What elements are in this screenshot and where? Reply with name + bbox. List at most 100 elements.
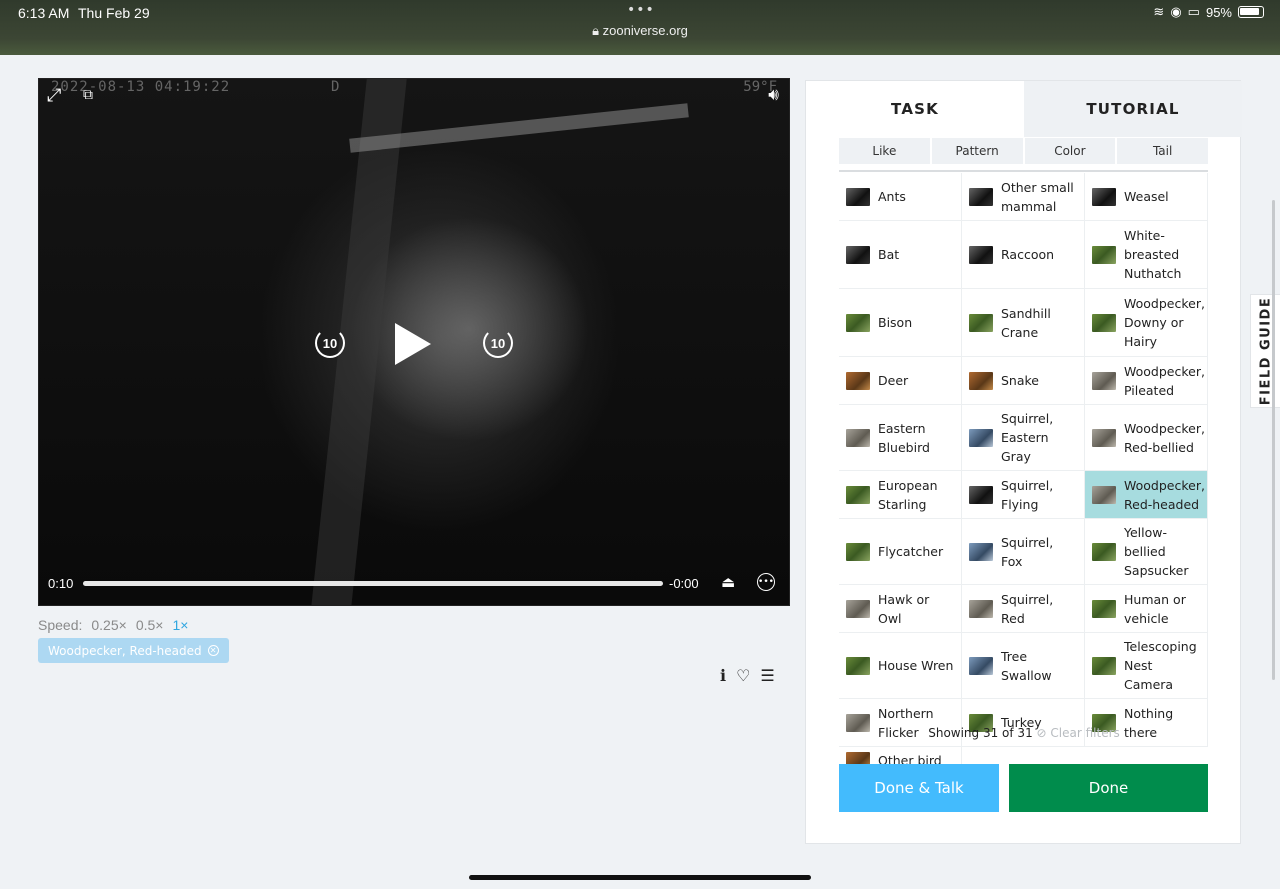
remaining-time: -0:00 — [669, 576, 699, 591]
choice-item[interactable]: Ants — [839, 173, 962, 221]
skip-forward-button[interactable]: 10 — [483, 328, 513, 358]
choice-item[interactable]: Deer — [839, 357, 962, 405]
choice-item[interactable]: Sandhill Crane — [962, 289, 1085, 357]
choice-item[interactable]: European Starling — [839, 471, 962, 519]
choice-item[interactable]: Woodpecker, Pileated — [1085, 357, 1208, 405]
choice-item[interactable]: Weasel — [1085, 173, 1208, 221]
choice-item[interactable]: Other small mammal — [962, 173, 1085, 221]
collections-list-icon[interactable]: ☰ — [760, 666, 774, 685]
choice-label: Other small mammal — [1001, 179, 1074, 214]
choice-label: Weasel — [1124, 189, 1169, 204]
choice-item[interactable]: Bat — [839, 221, 962, 289]
choice-label: Squirrel, Fox — [1001, 534, 1054, 569]
clear-filters-link[interactable]: ⊘ Clear filters — [1037, 726, 1120, 740]
address-bar[interactable]: 🔒︎ zooniverse.org — [0, 23, 1280, 39]
choice-thumbnail — [1092, 371, 1116, 390]
choice-label: Hawk or Owl — [878, 591, 930, 626]
choice-thumbnail — [846, 371, 870, 390]
choice-item[interactable]: Yellow-bellied Sapsucker — [1085, 519, 1208, 585]
lock-icon: 🔒︎ — [592, 23, 599, 38]
choice-item[interactable]: Squirrel, Red — [962, 585, 1085, 633]
page-scrollbar[interactable] — [1272, 200, 1275, 680]
home-indicator — [469, 875, 811, 880]
play-button[interactable] — [395, 323, 431, 365]
choice-item[interactable]: House Wren — [839, 633, 962, 699]
speed-label: Speed: — [38, 617, 83, 633]
choice-item[interactable]: Woodpecker, Red-bellied — [1085, 405, 1208, 471]
choice-thumbnail — [969, 187, 993, 206]
status-time: 6:13 AM — [18, 5, 70, 21]
choice-label: Squirrel, Flying — [1001, 477, 1054, 512]
choice-thumbnail — [846, 599, 870, 618]
choice-item[interactable]: Raccoon — [962, 221, 1085, 289]
filter-pattern[interactable]: Pattern — [931, 138, 1023, 164]
favorite-heart-icon[interactable]: ♡ — [736, 666, 750, 685]
choice-grid: Ants Other small mammal Weasel Bat Raccoon Wh… — [839, 173, 1208, 775]
filter-tail[interactable]: Tail — [1117, 138, 1208, 164]
video-timestamp: 2022-08-13 04:19:22 — [51, 79, 231, 95]
location-icon: ◉ — [1170, 4, 1182, 19]
filter-divider — [839, 170, 1208, 172]
more-options-icon[interactable]: ••• — [757, 573, 775, 591]
field-guide-tab[interactable]: FIELD GUIDE — [1250, 294, 1280, 408]
speed-option-0.25[interactable]: 0.25× — [91, 617, 126, 633]
choice-label: Eastern Bluebird — [878, 420, 930, 455]
choice-label: White-breasted Nuthatch — [1124, 228, 1182, 281]
current-time: 0:10 — [48, 576, 74, 591]
choice-item[interactable]: Squirrel, Flying — [962, 471, 1085, 519]
choice-item[interactable]: Human or vehicle — [1085, 585, 1208, 633]
choice-thumbnail — [969, 313, 993, 332]
choice-label: Sandhill Crane — [1001, 305, 1051, 340]
video-player[interactable]: 2022-08-13 04:19:22 D 59°F ⤢ ⧉ 🔊︎ 10 10 … — [38, 78, 790, 606]
choice-label: House Wren — [878, 658, 954, 673]
choice-item[interactable]: Woodpecker, Red-headed — [1085, 471, 1208, 519]
choice-item[interactable]: Telescoping Nest Camera — [1085, 633, 1208, 699]
choice-thumbnail — [969, 371, 993, 390]
choice-thumbnail — [1092, 656, 1116, 675]
filter-bar: Like Pattern Color Tail — [839, 138, 1208, 164]
choice-item[interactable]: Snake — [962, 357, 1085, 405]
choice-label: Yellow-bellied Sapsucker — [1124, 525, 1189, 578]
choice-thumbnail — [969, 428, 993, 447]
selected-answer-chip[interactable]: Woodpecker, Red-headed ✕ — [38, 638, 229, 663]
remove-chip-icon[interactable]: ✕ — [207, 645, 219, 656]
choice-item[interactable]: Tree Swallow — [962, 633, 1085, 699]
choice-thumbnail — [846, 245, 870, 264]
chip-label: Woodpecker, Red-headed — [48, 643, 202, 658]
choice-thumbnail — [969, 656, 993, 675]
choice-label: Bison — [878, 315, 913, 330]
skip-back-label: 10 — [322, 335, 338, 351]
info-icon[interactable]: ℹ︎ — [720, 666, 726, 685]
video-scrubber[interactable] — [83, 581, 663, 586]
speed-option-0.5[interactable]: 0.5× — [136, 617, 164, 633]
choice-thumbnail — [1092, 245, 1116, 264]
choice-item[interactable]: Squirrel, Fox — [962, 519, 1085, 585]
volume-icon[interactable]: 🔊︎ — [768, 85, 779, 105]
airplay-icon[interactable]: ⏏︎ — [721, 573, 735, 591]
choice-item[interactable]: Squirrel, Eastern Gray — [962, 405, 1085, 471]
filter-like[interactable]: Like — [839, 138, 930, 164]
more-dots-icon[interactable]: ••• — [627, 2, 655, 18]
choice-item[interactable]: Hawk or Owl — [839, 585, 962, 633]
filter-color[interactable]: Color — [1024, 138, 1116, 164]
choice-item[interactable]: Bison — [839, 289, 962, 357]
wifi-icon: ≋ — [1153, 4, 1165, 19]
skip-back-button[interactable]: 10 — [315, 328, 345, 358]
tab-task[interactable]: TASK — [806, 81, 1024, 137]
choice-item[interactable]: Eastern Bluebird — [839, 405, 962, 471]
picture-in-picture-icon[interactable]: ⧉ — [83, 87, 93, 103]
done-and-talk-button[interactable]: Done & Talk — [839, 764, 999, 812]
choice-item[interactable]: Flycatcher — [839, 519, 962, 585]
fullscreen-icon[interactable]: ⤢ — [47, 85, 61, 106]
speed-option-1[interactable]: 1× — [172, 617, 188, 633]
choice-thumbnail — [969, 599, 993, 618]
showing-count: Showing 31 of 31 — [928, 726, 1033, 740]
skip-forward-label: 10 — [490, 335, 506, 351]
choice-label: Ants — [878, 189, 906, 204]
tab-tutorial[interactable]: TUTORIAL — [1024, 81, 1242, 137]
clear-filters-label: Clear filters — [1050, 726, 1120, 740]
choice-item[interactable]: White-breasted Nuthatch — [1085, 221, 1208, 289]
status-bar: 6:13 AM Thu Feb 29 ••• 🔒︎ zooniverse.org… — [0, 0, 1280, 55]
done-button[interactable]: Done — [1009, 764, 1208, 812]
choice-item[interactable]: Woodpecker, Downy or Hairy — [1085, 289, 1208, 357]
